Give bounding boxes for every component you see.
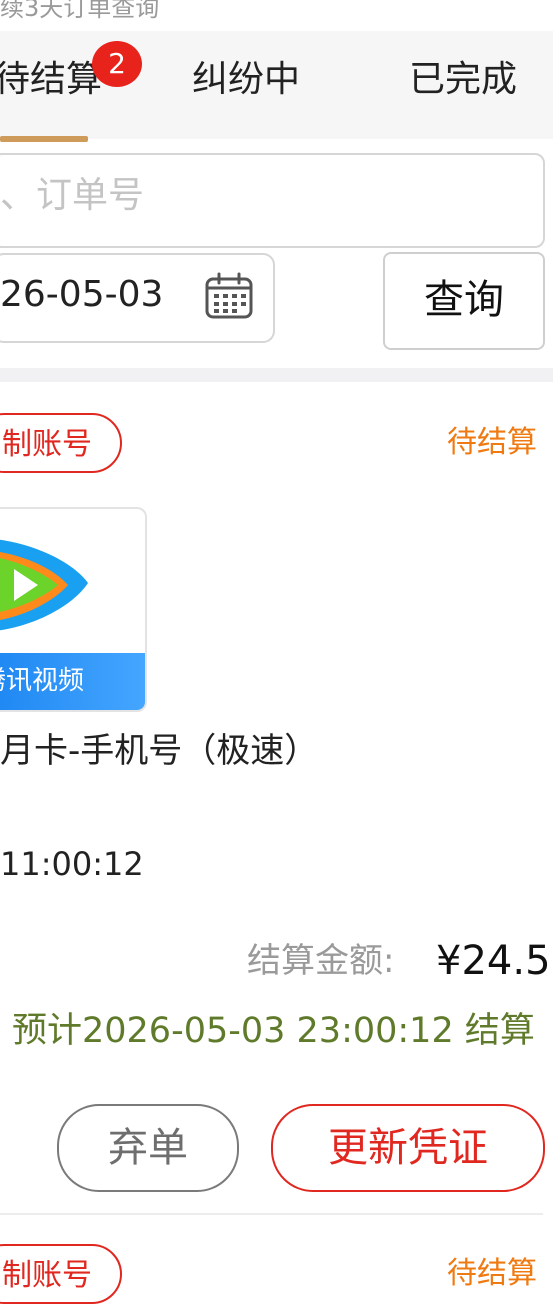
tab-active-indicator [0, 136, 88, 142]
search-placeholder: 、订单号 [0, 175, 145, 216]
date-value: 26-05-03 [0, 274, 164, 315]
abandon-order-button[interactable]: 弃单 [57, 1104, 239, 1192]
order-time: 11:00:12 [0, 845, 144, 883]
settlement-amount-label: 结算金额: [247, 941, 395, 981]
settlement-amount-value: ¥24.5 [436, 938, 551, 984]
play-icon [0, 539, 88, 631]
order-tag: 制账号 [0, 413, 122, 473]
tab-dispute[interactable]: 纠纷中 [192, 62, 300, 98]
card-separator [0, 1213, 543, 1215]
tab-pending[interactable]: 待结算 [0, 62, 102, 98]
query-button[interactable]: 查询 [383, 252, 545, 350]
product-thumbnail: 腾讯视频 [0, 507, 147, 712]
order-tag-label: 制账号 [2, 1258, 92, 1293]
product-logo-label: 腾讯视频 [0, 653, 145, 710]
calendar-icon[interactable] [204, 272, 254, 320]
order-tag: 制账号 [0, 1244, 122, 1304]
tab-pending-badge: 2 [92, 41, 142, 87]
order-tag-label: 制账号 [2, 427, 92, 462]
update-voucher-button[interactable]: 更新凭证 [271, 1104, 545, 1192]
settlement-estimate: 预计2026-05-03 23:00:12 结算 [12, 1011, 535, 1051]
top-notice: 续3天订单查询 [0, 0, 160, 22]
product-name: 月卡-手机号（极速） [0, 731, 319, 771]
tab-completed[interactable]: 已完成 [409, 62, 517, 98]
order-status: 待结算 [447, 425, 537, 460]
section-divider [0, 368, 553, 382]
order-status: 待结算 [447, 1256, 537, 1291]
